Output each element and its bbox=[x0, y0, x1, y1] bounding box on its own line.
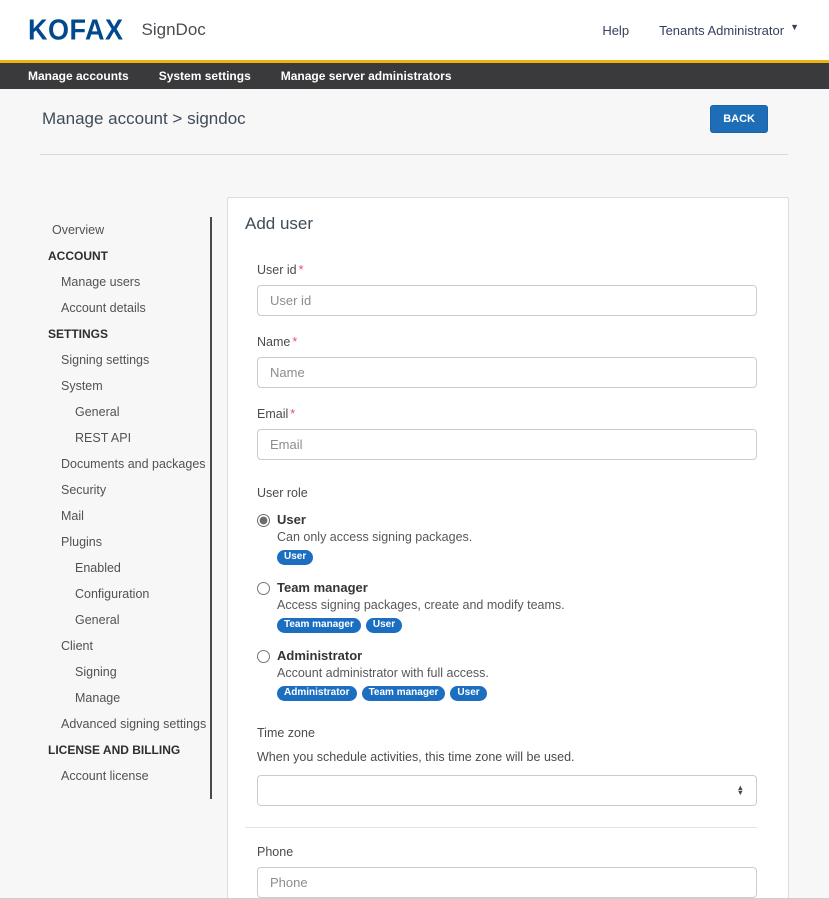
content-area: Manage account > signdoc BACK OverviewAC… bbox=[0, 89, 829, 899]
settings-sidebar: OverviewACCOUNTManage usersAccount detai… bbox=[0, 217, 212, 799]
product-name: SignDoc bbox=[142, 20, 206, 40]
user-id-input[interactable] bbox=[257, 285, 757, 316]
role-description: Can only access signing packages. bbox=[277, 529, 472, 545]
sidebar-item-mail[interactable]: Mail bbox=[0, 503, 210, 529]
kofax-logo: KOFAX bbox=[28, 16, 124, 44]
sidebar-item-overview[interactable]: Overview bbox=[0, 217, 210, 243]
role-radio-user[interactable] bbox=[257, 514, 270, 527]
help-link[interactable]: Help bbox=[602, 23, 629, 38]
required-marker: * bbox=[292, 335, 297, 349]
nav-item-manage-accounts[interactable]: Manage accounts bbox=[28, 69, 129, 83]
sidebar-section-settings: SETTINGS bbox=[0, 321, 210, 347]
sidebar-item-manage[interactable]: Manage bbox=[0, 685, 210, 711]
role-option-administrator: AdministratorAccount administrator with … bbox=[257, 648, 757, 701]
nav-item-system-settings[interactable]: System settings bbox=[159, 69, 251, 83]
app-header: KOFAX SignDoc Help Tenants Administrator… bbox=[0, 0, 829, 60]
caret-down-icon: ▼ bbox=[790, 22, 799, 32]
role-badge-administrator: Administrator bbox=[277, 686, 357, 701]
role-badge-user: User bbox=[450, 686, 486, 701]
phone-field-group: Phone bbox=[257, 845, 757, 898]
name-field-group: Name* bbox=[257, 335, 757, 388]
timezone-select[interactable]: ▲▼ bbox=[257, 775, 757, 806]
role-name: Administrator bbox=[277, 648, 489, 664]
select-updown-icon: ▲▼ bbox=[737, 786, 744, 795]
user-id-field-group: User id* bbox=[257, 263, 757, 316]
role-badge-team-manager: Team manager bbox=[362, 686, 446, 701]
sidebar-item-account-license[interactable]: Account license bbox=[0, 763, 210, 789]
sidebar-item-configuration[interactable]: Configuration bbox=[0, 581, 210, 607]
email-input[interactable] bbox=[257, 429, 757, 460]
sidebar-item-advanced-signing-settings[interactable]: Advanced signing settings bbox=[0, 711, 210, 737]
role-name: Team manager bbox=[277, 580, 565, 596]
timezone-group: Time zone When you schedule activities, … bbox=[257, 726, 757, 806]
back-button[interactable]: BACK bbox=[710, 105, 768, 133]
email-label: Email* bbox=[257, 407, 757, 421]
section-divider bbox=[245, 827, 757, 828]
sidebar-item-manage-users[interactable]: Manage users bbox=[0, 269, 210, 295]
sidebar-section-account: ACCOUNT bbox=[0, 243, 210, 269]
role-description: Account administrator with full access. bbox=[277, 665, 489, 681]
role-option-team-manager: Team managerAccess signing packages, cre… bbox=[257, 580, 757, 633]
email-field-group: Email* bbox=[257, 407, 757, 460]
sidebar-item-general[interactable]: General bbox=[0, 607, 210, 633]
role-radio-team-manager[interactable] bbox=[257, 582, 270, 595]
role-name: User bbox=[277, 512, 472, 528]
name-input[interactable] bbox=[257, 357, 757, 388]
page-title-row: Manage account > signdoc BACK bbox=[0, 89, 829, 133]
timezone-help-text: When you schedule activities, this time … bbox=[257, 750, 757, 764]
sidebar-item-general[interactable]: General bbox=[0, 399, 210, 425]
role-description: Access signing packages, create and modi… bbox=[277, 597, 565, 613]
sidebar-item-client[interactable]: Client bbox=[0, 633, 210, 659]
user-menu-label: Tenants Administrator bbox=[659, 23, 784, 38]
sidebar-section-license-and-billing: LICENSE AND BILLING bbox=[0, 737, 210, 763]
add-user-card: Add user User id* Name* Email* bbox=[227, 197, 789, 899]
top-navbar: Manage accounts System settings Manage ser… bbox=[0, 63, 829, 89]
user-role-label: User role bbox=[257, 486, 757, 500]
role-radio-administrator[interactable] bbox=[257, 650, 270, 663]
nav-item-manage-server-administrators[interactable]: Manage server administrators bbox=[281, 69, 452, 83]
user-role-group: User role UserCan only access signing pa… bbox=[257, 486, 757, 701]
sidebar-item-documents-and-packages[interactable]: Documents and packages bbox=[0, 451, 210, 477]
sidebar-item-system[interactable]: System bbox=[0, 373, 210, 399]
page: KOFAX SignDoc Help Tenants Administrator… bbox=[0, 0, 829, 899]
timezone-label: Time zone bbox=[257, 726, 757, 740]
sidebar-item-enabled[interactable]: Enabled bbox=[0, 555, 210, 581]
required-marker: * bbox=[299, 263, 304, 277]
sidebar-item-signing[interactable]: Signing bbox=[0, 659, 210, 685]
sidebar-item-account-details[interactable]: Account details bbox=[0, 295, 210, 321]
role-option-user: UserCan only access signing packages.Use… bbox=[257, 512, 757, 565]
phone-input[interactable] bbox=[257, 867, 757, 898]
role-badge-user: User bbox=[277, 550, 313, 565]
phone-label: Phone bbox=[257, 845, 757, 859]
sidebar-item-plugins[interactable]: Plugins bbox=[0, 529, 210, 555]
sidebar-item-rest-api[interactable]: REST API bbox=[0, 425, 210, 451]
required-marker: * bbox=[290, 407, 295, 421]
sidebar-item-security[interactable]: Security bbox=[0, 477, 210, 503]
user-menu[interactable]: Tenants Administrator ▼ bbox=[659, 23, 799, 38]
user-id-label: User id* bbox=[257, 263, 757, 277]
name-label: Name* bbox=[257, 335, 757, 349]
role-badge-team-manager: Team manager bbox=[277, 618, 361, 633]
role-badge-user: User bbox=[366, 618, 402, 633]
sidebar-item-signing-settings[interactable]: Signing settings bbox=[0, 347, 210, 373]
page-title: Manage account > signdoc bbox=[42, 105, 246, 129]
card-title: Add user bbox=[245, 214, 757, 234]
